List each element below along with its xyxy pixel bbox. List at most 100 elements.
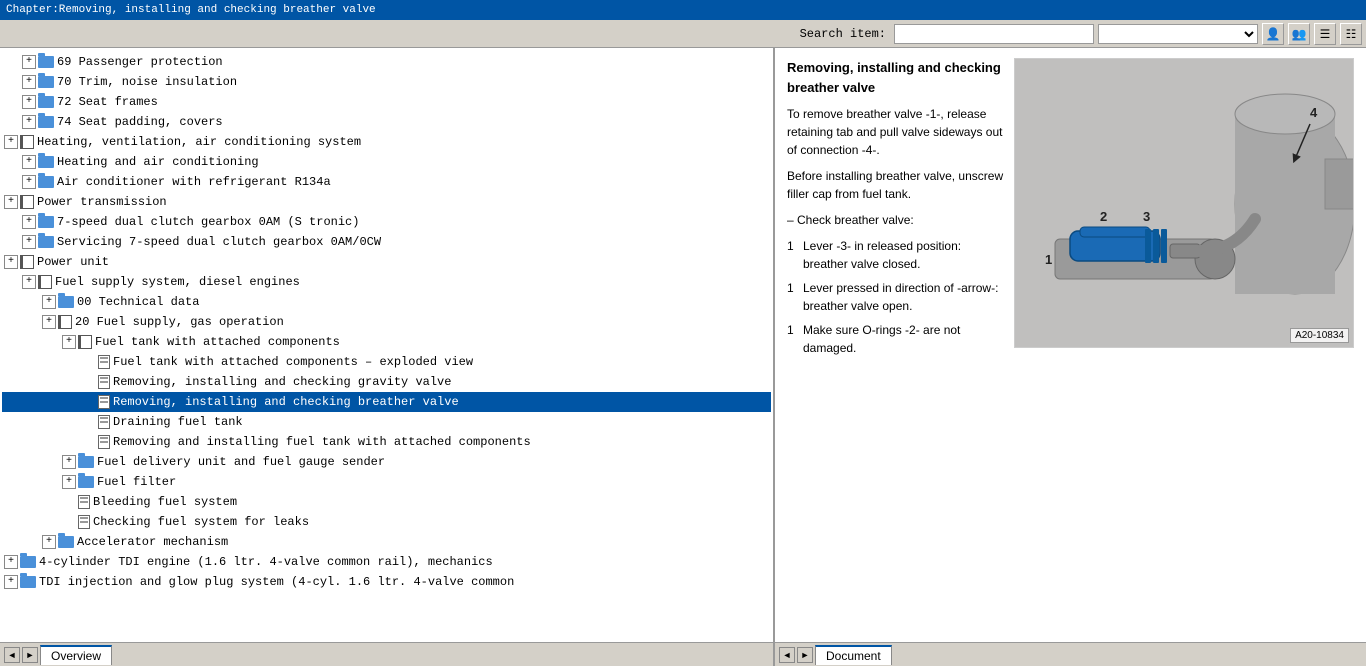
tree-item[interactable]: +Air conditioner with refrigerant R134a [2, 172, 771, 192]
search-dropdown[interactable] [1098, 24, 1258, 44]
para-text: Lever -3- in released position: breather… [803, 237, 1004, 273]
expand-icon[interactable]: + [22, 275, 36, 289]
tree-item[interactable]: Bleeding fuel system [2, 492, 771, 512]
expand-icon[interactable]: + [22, 95, 36, 109]
tree-item-label: Fuel tank with attached components [95, 333, 340, 351]
expand-icon[interactable]: + [4, 135, 18, 149]
folder-icon [58, 296, 74, 308]
folder-icon [38, 236, 54, 248]
tree-container[interactable]: +69 Passenger protection+70 Trim, noise … [0, 48, 773, 642]
expand-icon[interactable]: + [22, 55, 36, 69]
tree-item[interactable]: +Servicing 7-speed dual clutch gearbox 0… [2, 232, 771, 252]
tree-item-label: 69 Passenger protection [57, 53, 223, 71]
user-icon-btn[interactable]: 👤 [1262, 23, 1284, 45]
expand-icon[interactable]: + [22, 175, 36, 189]
tree-item-label: 20 Fuel supply, gas operation [75, 313, 284, 331]
tree-item[interactable]: +Fuel delivery unit and fuel gauge sende… [2, 452, 771, 472]
para-num: 1 [787, 279, 799, 315]
folder-icon [38, 156, 54, 168]
expand-icon[interactable]: + [22, 115, 36, 129]
expand-icon[interactable]: + [22, 75, 36, 89]
para-num: 1 [787, 237, 799, 273]
expand-icon[interactable]: + [62, 455, 76, 469]
menu-icon-btn[interactable]: ☷ [1340, 23, 1362, 45]
valve-diagram: 1 2 3 4 [1015, 59, 1354, 348]
expand-icon[interactable]: + [42, 315, 56, 329]
expand-icon[interactable]: + [22, 215, 36, 229]
expand-icon[interactable]: + [4, 255, 18, 269]
doc-icon [78, 495, 90, 509]
doc-paragraphs: To remove breather valve -1-, release re… [787, 105, 1004, 357]
expand-icon[interactable]: + [22, 235, 36, 249]
tree-item[interactable]: +Power unit [2, 252, 771, 272]
folder-icon [78, 456, 94, 468]
tree-item[interactable]: Removing, installing and checking gravit… [2, 372, 771, 392]
tree-item[interactable]: +TDI injection and glow plug system (4-c… [2, 572, 771, 592]
tree-item[interactable]: Draining fuel tank [2, 412, 771, 432]
tree-item[interactable]: +74 Seat padding, covers [2, 112, 771, 132]
doc-dash-item: – Check breather valve: [787, 211, 1004, 229]
folder-icon [20, 576, 36, 588]
bottom-bar: ◄ ► Overview ◄ ► Document [0, 642, 1366, 666]
tree-item[interactable]: +72 Seat frames [2, 92, 771, 112]
tree-item[interactable]: +Heating, ventilation, air conditioning … [2, 132, 771, 152]
document-tab[interactable]: Document [815, 645, 892, 665]
expand-icon[interactable]: + [4, 555, 18, 569]
expand-icon[interactable]: + [4, 195, 18, 209]
tree-item-label: 72 Seat frames [57, 93, 158, 111]
left-panel: +69 Passenger protection+70 Trim, noise … [0, 48, 775, 642]
expand-icon[interactable]: + [22, 155, 36, 169]
tree-item[interactable]: Removing and installing fuel tank with a… [2, 432, 771, 452]
tree-item[interactable]: +Heating and air conditioning [2, 152, 771, 172]
doc-body: Removing, installing and checking breath… [787, 58, 1354, 363]
svg-text:1: 1 [1045, 252, 1052, 267]
doc-icon [98, 435, 110, 449]
tree-item[interactable]: +70 Trim, noise insulation [2, 72, 771, 92]
expand-icon[interactable]: + [42, 535, 56, 549]
search-input[interactable] [894, 24, 1094, 44]
doc-paragraph: To remove breather valve -1-, release re… [787, 105, 1004, 159]
tree-item[interactable]: +00 Technical data [2, 292, 771, 312]
tree-item[interactable]: +7-speed dual clutch gearbox 0AM (S tron… [2, 212, 771, 232]
folder-icon [38, 76, 54, 88]
expand-icon[interactable]: + [4, 575, 18, 589]
book-icon [20, 195, 34, 209]
tree-item-label: 70 Trim, noise insulation [57, 73, 237, 91]
tree-item[interactable]: +20 Fuel supply, gas operation [2, 312, 771, 332]
tree-item-label: 00 Technical data [77, 293, 199, 311]
search-label: Search item: [800, 27, 886, 41]
book-icon [20, 255, 34, 269]
book-icon [38, 275, 52, 289]
doc-scroll-left-btn[interactable]: ◄ [779, 647, 795, 663]
tree-item[interactable]: Removing, installing and checking breath… [2, 392, 771, 412]
title-bar: Chapter:Removing, installing and checkin… [0, 0, 1366, 20]
expand-icon[interactable]: + [42, 295, 56, 309]
tree-item[interactable]: +4-cylinder TDI engine (1.6 ltr. 4-valve… [2, 552, 771, 572]
tree-item-label: Bleeding fuel system [93, 493, 237, 511]
tree-item[interactable]: +Accelerator mechanism [2, 532, 771, 552]
tree-item[interactable]: Fuel tank with attached components – exp… [2, 352, 771, 372]
folder-icon [38, 216, 54, 228]
overview-tab[interactable]: Overview [40, 645, 112, 665]
main-container: +69 Passenger protection+70 Trim, noise … [0, 48, 1366, 642]
tree-item[interactable]: +Fuel filter [2, 472, 771, 492]
expand-icon[interactable]: + [62, 475, 76, 489]
tree-item[interactable]: +69 Passenger protection [2, 52, 771, 72]
doc-scroll-right-btn[interactable]: ► [797, 647, 813, 663]
book-icon [78, 335, 92, 349]
tree-item[interactable]: +Power transmission [2, 192, 771, 212]
scroll-right-btn[interactable]: ► [22, 647, 38, 663]
tree-item[interactable]: + Fuel supply system, diesel engines [2, 272, 771, 292]
tree-item-label: Fuel tank with attached components – exp… [113, 353, 473, 371]
doc-numbered-item: 1Lever -3- in released position: breathe… [787, 237, 1004, 273]
expand-icon[interactable]: + [62, 335, 76, 349]
tree-item-label: Fuel supply system, diesel engines [55, 273, 300, 291]
folder-icon [78, 476, 94, 488]
tree-item[interactable]: + Fuel tank with attached components [2, 332, 771, 352]
tree-item[interactable]: Checking fuel system for leaks [2, 512, 771, 532]
tree-item-label: Draining fuel tank [113, 413, 243, 431]
doc-icon [98, 415, 110, 429]
user2-icon-btn[interactable]: 👥 [1288, 23, 1310, 45]
list-icon-btn[interactable]: ☰ [1314, 23, 1336, 45]
scroll-left-btn[interactable]: ◄ [4, 647, 20, 663]
